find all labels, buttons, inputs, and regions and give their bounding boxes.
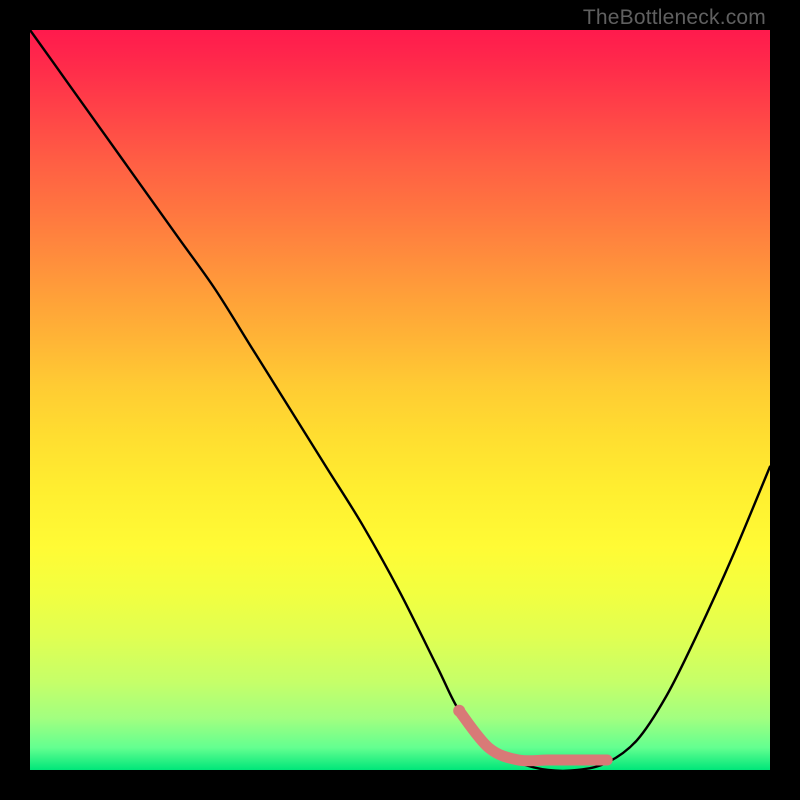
bottleneck-curve: [30, 30, 770, 770]
plot-area: [30, 30, 770, 770]
valley-highlight-dot: [453, 705, 465, 717]
chart-frame: TheBottleneck.com: [0, 0, 800, 800]
attribution-text: TheBottleneck.com: [583, 6, 766, 30]
valley-highlight: [459, 711, 607, 761]
curve-path: [30, 30, 770, 771]
